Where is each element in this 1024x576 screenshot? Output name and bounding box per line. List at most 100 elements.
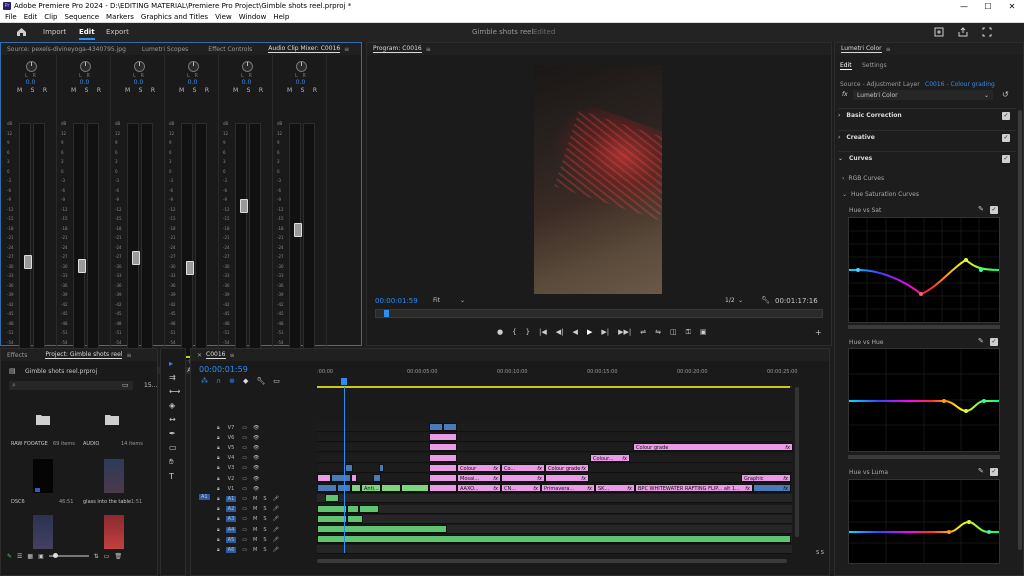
mute-button[interactable]: M: [253, 527, 257, 533]
timeline-clip[interactable]: [351, 484, 361, 493]
volume-fader[interactable]: [240, 199, 248, 213]
solo-button[interactable]: S: [247, 87, 251, 94]
timeline-clip[interactable]: Colour grade fx: [545, 463, 589, 472]
track-select-tool-icon[interactable]: ⇉: [169, 373, 180, 382]
go-to-out-button[interactable]: ▶▶|: [618, 328, 631, 337]
mute-button[interactable]: M: [233, 87, 238, 94]
wrench-icon[interactable]: 🔧︎: [761, 296, 770, 304]
timeline-clip[interactable]: [351, 474, 357, 482]
menu-markers[interactable]: Markers: [106, 13, 134, 21]
track-header[interactable]: 🔒︎ A1 ▭ M S 🎤︎: [201, 494, 313, 503]
record-button[interactable]: R: [313, 87, 317, 94]
solo-button[interactable]: S: [139, 87, 143, 94]
sync-lock-icon[interactable]: ▭: [242, 465, 247, 471]
tab-effect-controls[interactable]: Effect Controls: [208, 46, 252, 53]
solo-button[interactable]: S: [263, 527, 266, 533]
ripple-edit-tool-icon[interactable]: ⟷: [169, 387, 180, 396]
track-header[interactable]: 🔒︎ V1 ▭ 👁︎: [201, 484, 313, 493]
timeline-clip[interactable]: [443, 423, 457, 431]
solo-button[interactable]: S: [263, 547, 266, 553]
mute-button[interactable]: M: [253, 537, 257, 543]
track-header[interactable]: 🔒︎ A2 ▭ M S 🎤︎: [201, 505, 313, 514]
menu-window[interactable]: Window: [239, 13, 267, 21]
sync-lock-icon[interactable]: ▭: [242, 486, 247, 492]
track-header[interactable]: 🔒︎ V6 ▭ 👁︎: [201, 433, 313, 442]
timeline-clip[interactable]: [359, 504, 379, 513]
mute-button[interactable]: M: [253, 547, 257, 553]
eye-icon[interactable]: 👁︎: [253, 425, 259, 431]
timeline-clip[interactable]: [429, 453, 457, 462]
mute-button[interactable]: M: [17, 87, 22, 94]
menu-edit[interactable]: Edit: [24, 13, 38, 21]
track-lane[interactable]: [317, 494, 792, 504]
clip-thumbnail[interactable]: [33, 459, 53, 493]
menu-help[interactable]: Help: [273, 13, 289, 21]
volume-fader[interactable]: [24, 255, 32, 269]
track-lane[interactable]: [317, 423, 792, 432]
eye-icon[interactable]: 👁︎: [253, 476, 259, 482]
eyedropper-icon[interactable]: ✎: [978, 205, 984, 213]
hue-sat-curves-row[interactable]: ⌄ Hue Saturation Curves: [842, 187, 1020, 201]
timeline-clip[interactable]: [317, 474, 331, 482]
timeline-clip[interactable]: [317, 525, 447, 533]
lock-icon[interactable]: 🔒︎: [217, 445, 220, 451]
timeline-clip[interactable]: Primavera... fx: [541, 484, 595, 493]
eye-icon[interactable]: 👁︎: [253, 455, 259, 461]
linked-selection-icon[interactable]: ⊕: [229, 377, 235, 385]
eye-icon[interactable]: 👁︎: [253, 465, 259, 471]
pan-knob[interactable]: [296, 61, 307, 72]
pen-tool-icon[interactable]: ✒: [169, 429, 180, 438]
solo-button[interactable]: S: [263, 516, 266, 522]
pan-knob[interactable]: [242, 61, 253, 72]
timeline-clip[interactable]: [379, 463, 384, 472]
lumetri-effect-dropdown[interactable]: Lumetri Color ⌄: [853, 90, 993, 100]
curve3-checkbox[interactable]: ✓: [990, 468, 998, 476]
pan-value[interactable]: 0.0: [275, 79, 326, 86]
timeline-clip[interactable]: fx: [501, 474, 545, 482]
curve1-scroll[interactable]: [848, 325, 1000, 329]
timeline-clip[interactable]: [429, 443, 457, 452]
eye-icon[interactable]: 👁︎: [253, 486, 259, 492]
rgb-curves-row[interactable]: › RGB Curves: [842, 171, 1020, 185]
curve2-checkbox[interactable]: ✓: [990, 338, 998, 346]
mute-button[interactable]: M: [71, 87, 76, 94]
eye-icon[interactable]: 👁︎: [253, 435, 259, 441]
lock-icon[interactable]: 🔒︎: [217, 455, 220, 461]
lift-button[interactable]: ⇌: [640, 328, 646, 337]
timeline-clip[interactable]: [429, 484, 457, 493]
selection-tool-icon[interactable]: ▸: [169, 359, 180, 368]
solo-button[interactable]: S: [263, 496, 266, 502]
mute-button[interactable]: M: [179, 87, 184, 94]
zoom-handle[interactable]: [52, 553, 58, 558]
mic-icon[interactable]: 🎤︎: [273, 516, 279, 522]
timeline-clip[interactable]: [401, 484, 429, 493]
timeline-clip[interactable]: [317, 484, 337, 493]
timeline-clip[interactable]: Mosai... fx: [457, 474, 501, 482]
track-header[interactable]: 🔒︎ V5 ▭ 👁︎: [201, 443, 313, 452]
razor-tool-icon[interactable]: ◈: [169, 401, 180, 410]
playhead-marker[interactable]: [384, 310, 389, 317]
sync-lock-icon[interactable]: ▭: [242, 445, 247, 451]
export-frame-button[interactable]: ⚿: [686, 328, 691, 337]
tab-sequence[interactable]: C0016: [206, 351, 226, 359]
timeline-clip[interactable]: [429, 433, 457, 442]
mute-button[interactable]: M: [253, 496, 257, 502]
clip-thumbnail[interactable]: [104, 459, 124, 493]
sync-lock-icon[interactable]: ▭: [242, 476, 247, 482]
project-search-input[interactable]: [9, 381, 133, 390]
timeline-clip[interactable]: fx: [545, 474, 589, 482]
sync-lock-icon[interactable]: ▭: [242, 435, 247, 441]
lumetri-settings-tab[interactable]: Settings: [862, 62, 887, 69]
hue-vs-luma-curve[interactable]: [848, 479, 1000, 564]
mute-button[interactable]: M: [125, 87, 130, 94]
timeline-clip[interactable]: fx: [753, 484, 791, 493]
nest-icon[interactable]: ⁂: [201, 377, 208, 385]
eye-icon[interactable]: 👁︎: [253, 445, 259, 451]
pan-knob[interactable]: [188, 61, 199, 72]
sync-lock-icon[interactable]: ▭: [242, 425, 247, 431]
pan-knob[interactable]: [134, 61, 145, 72]
timeline-clip[interactable]: [373, 474, 381, 482]
solo-button[interactable]: S: [263, 506, 266, 512]
mute-button[interactable]: M: [287, 87, 292, 94]
timeline-clip[interactable]: [325, 494, 339, 503]
